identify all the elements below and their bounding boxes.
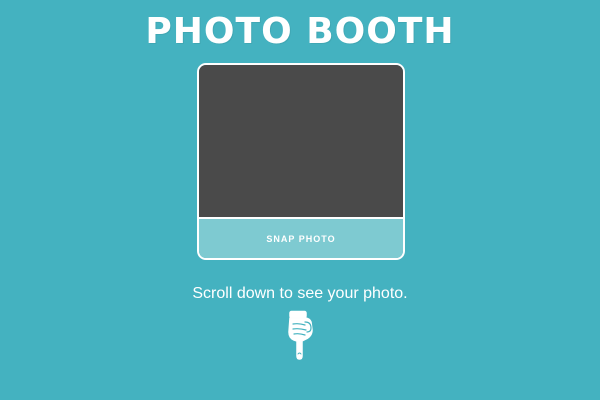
camera-viewfinder xyxy=(199,65,403,217)
pointing-down-hand-icon xyxy=(288,310,313,360)
photo-booth-page: PHOTO BOOTH SNAP PHOTO Scroll down to se… xyxy=(0,0,600,400)
scroll-hint-text: Scroll down to see your photo. xyxy=(192,285,408,302)
camera-frame: SNAP PHOTO xyxy=(197,63,405,260)
snap-photo-button[interactable]: SNAP PHOTO xyxy=(199,217,403,258)
page-title: PHOTO BOOTH xyxy=(145,11,455,52)
